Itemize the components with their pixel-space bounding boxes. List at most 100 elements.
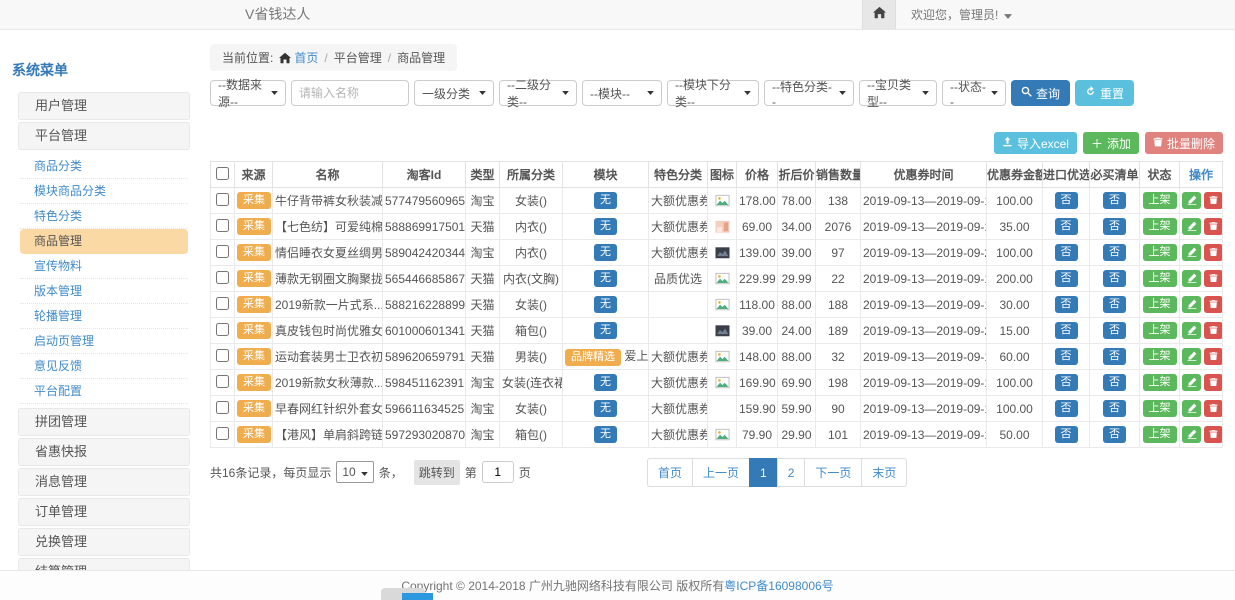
batch-delete-button[interactable]: 批量删除 [1145,132,1223,154]
imported-toggle-badge[interactable]: 否 [1055,192,1078,209]
edit-button[interactable] [1182,218,1201,235]
imported-toggle-badge[interactable]: 否 [1055,218,1078,235]
edit-button[interactable] [1182,348,1201,365]
row-checkbox[interactable] [216,245,229,258]
edit-button[interactable] [1182,322,1201,339]
edit-button[interactable] [1182,270,1201,287]
pager-first[interactable]: 首页 [647,458,693,487]
sidebar-group-user-manage[interactable]: 用户管理 [18,92,190,120]
sidebar-item-module-goods-category[interactable]: 模块商品分类 [20,179,188,204]
delete-button[interactable] [1204,270,1223,287]
sidebar-item-splash-manage[interactable]: 启动页管理 [20,329,188,354]
status-badge[interactable]: 上架 [1143,270,1177,287]
must-buy-toggle-badge[interactable]: 否 [1103,244,1126,261]
sidebar-group-order-manage[interactable]: 订单管理 [18,498,190,526]
import-excel-button[interactable]: 导入excel [994,132,1077,154]
must-buy-toggle-badge[interactable]: 否 [1103,270,1126,287]
per-page-select[interactable]: 10 [336,461,373,483]
row-checkbox[interactable] [216,401,229,414]
status-badge[interactable]: 上架 [1143,244,1177,261]
status-badge[interactable]: 上架 [1143,400,1177,417]
must-buy-toggle-badge[interactable]: 否 [1103,348,1126,365]
pager-page-2[interactable]: 2 [777,458,806,487]
delete-button[interactable] [1204,374,1223,391]
delete-button[interactable] [1204,296,1223,313]
filter-data-source-select[interactable]: --数据来源-- [210,80,286,106]
breadcrumb-home-link[interactable]: 首页 [279,49,318,66]
sidebar-group-groupbuy-manage[interactable]: 拼团管理 [18,408,190,436]
edit-button[interactable] [1182,192,1201,209]
row-checkbox[interactable] [216,219,229,232]
status-badge[interactable]: 上架 [1143,296,1177,313]
edit-button[interactable] [1182,374,1201,391]
page-number-input[interactable] [482,461,514,483]
imported-toggle-badge[interactable]: 否 [1055,374,1078,391]
edit-button[interactable] [1182,400,1201,417]
filter-status-select[interactable]: --状态-- [942,80,1006,106]
home-button[interactable] [862,0,896,29]
sidebar-group-message-manage[interactable]: 消息管理 [18,468,190,496]
filter-module-sub-select[interactable]: --模块下分类-- [667,80,759,106]
must-buy-toggle-badge[interactable]: 否 [1103,296,1126,313]
pager-next[interactable]: 下一页 [804,458,862,487]
jump-button[interactable]: 跳转到 [414,460,460,485]
delete-button[interactable] [1204,322,1223,339]
reset-button[interactable]: 重置 [1075,80,1134,106]
row-checkbox[interactable] [216,427,229,440]
select-all-checkbox[interactable] [216,167,229,180]
filter-name-input[interactable] [291,80,409,106]
sidebar-group-saving-express[interactable]: 省惠快报 [18,438,190,466]
row-checkbox[interactable] [216,349,229,362]
icp-link[interactable]: 粤ICP备16098006号 [724,577,833,594]
sidebar-item-version-manage[interactable]: 版本管理 [20,279,188,304]
row-checkbox[interactable] [216,323,229,336]
user-menu[interactable]: 欢迎您，管理员! [896,0,1012,29]
edit-button[interactable] [1182,296,1201,313]
filter-module-select[interactable]: --模块-- [582,80,662,106]
must-buy-toggle-badge[interactable]: 否 [1103,322,1126,339]
must-buy-toggle-badge[interactable]: 否 [1103,426,1126,443]
edit-button[interactable] [1182,426,1201,443]
pager-page-1[interactable]: 1 [749,458,778,487]
delete-button[interactable] [1204,426,1223,443]
row-checkbox[interactable] [216,297,229,310]
sidebar-group-platform-manage[interactable]: 平台管理 [18,122,190,150]
sidebar-item-feature-category[interactable]: 特色分类 [20,204,188,229]
row-checkbox[interactable] [216,375,229,388]
sidebar-item-goods-category[interactable]: 商品分类 [20,154,188,179]
search-button[interactable]: 查询 [1011,80,1070,106]
imported-toggle-badge[interactable]: 否 [1055,322,1078,339]
status-badge[interactable]: 上架 [1143,322,1177,339]
status-badge[interactable]: 上架 [1143,374,1177,391]
status-badge[interactable]: 上架 [1143,218,1177,235]
filter-feature-category-select[interactable]: --特色分类-- [764,80,854,106]
row-checkbox[interactable] [216,193,229,206]
status-badge[interactable]: 上架 [1143,192,1177,209]
must-buy-toggle-badge[interactable]: 否 [1103,374,1126,391]
add-button[interactable]: ＋ 添加 [1083,132,1139,154]
must-buy-toggle-badge[interactable]: 否 [1103,218,1126,235]
sidebar-group-exchange-manage[interactable]: 兑换管理 [18,528,190,556]
sidebar-item-feedback[interactable]: 意见反馈 [20,354,188,379]
imported-toggle-badge[interactable]: 否 [1055,270,1078,287]
must-buy-toggle-badge[interactable]: 否 [1103,192,1126,209]
imported-toggle-badge[interactable]: 否 [1055,400,1078,417]
filter-item-type-select[interactable]: --宝贝类型-- [859,80,937,106]
delete-button[interactable] [1204,244,1223,261]
edit-button[interactable] [1182,244,1201,261]
sidebar-item-carousel-manage[interactable]: 轮播管理 [20,304,188,329]
row-checkbox[interactable] [216,271,229,284]
delete-button[interactable] [1204,192,1223,209]
sidebar-item-platform-config[interactable]: 平台配置 [20,379,188,404]
status-badge[interactable]: 上架 [1143,348,1177,365]
filter-category-l2-select[interactable]: --二级分类-- [499,80,577,106]
sidebar-item-goods-manage[interactable]: 商品管理 [20,229,188,254]
status-badge[interactable]: 上架 [1143,426,1177,443]
imported-toggle-badge[interactable]: 否 [1055,244,1078,261]
delete-button[interactable] [1204,400,1223,417]
imported-toggle-badge[interactable]: 否 [1055,348,1078,365]
delete-button[interactable] [1204,348,1223,365]
must-buy-toggle-badge[interactable]: 否 [1103,400,1126,417]
imported-toggle-badge[interactable]: 否 [1055,296,1078,313]
filter-category-l1-select[interactable]: 一级分类 [414,80,494,106]
